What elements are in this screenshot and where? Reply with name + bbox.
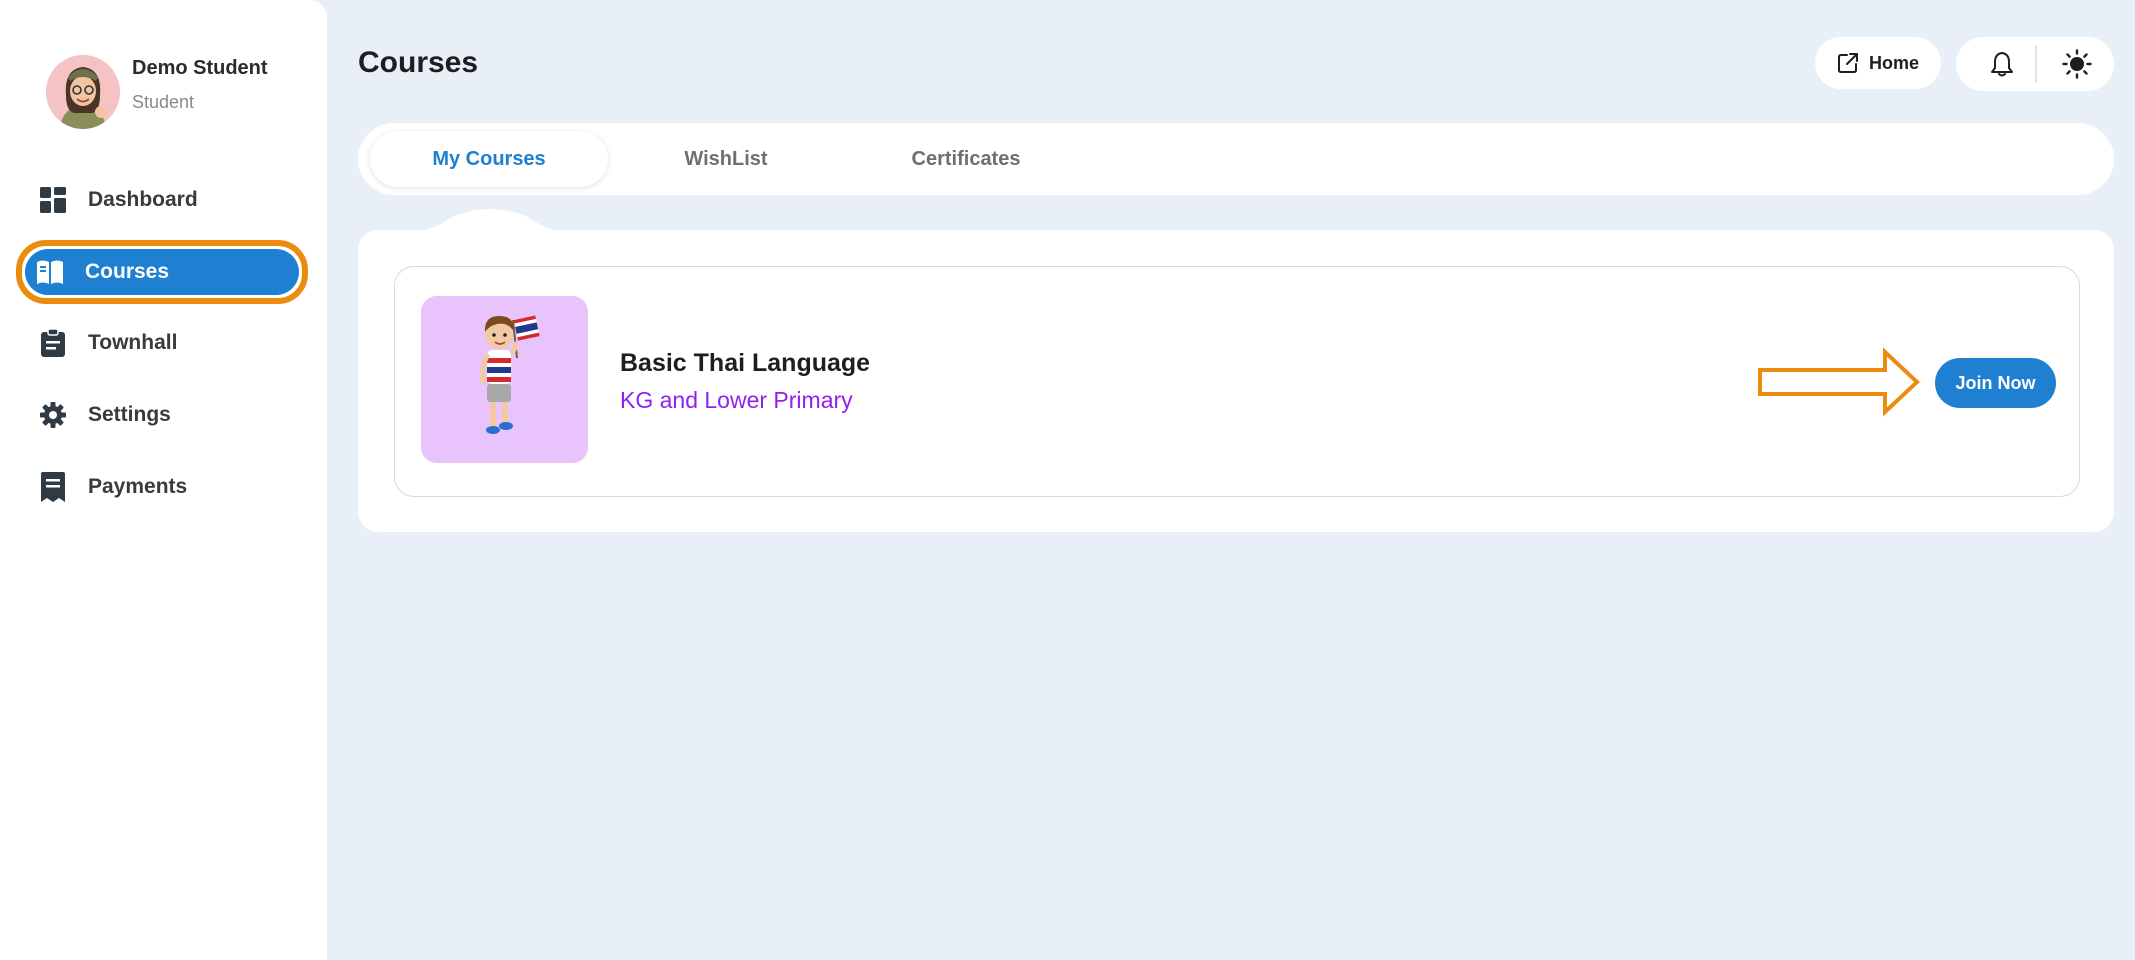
sidebar-item-label: Payments bbox=[88, 475, 188, 498]
profile-name: Demo Student bbox=[132, 57, 268, 79]
bell-icon[interactable] bbox=[1990, 51, 2014, 82]
sidebar-item-dashboard[interactable]: Dashboard bbox=[24, 172, 302, 228]
home-button[interactable]: Home bbox=[1815, 37, 1941, 89]
sidebar-item-courses[interactable]: Courses bbox=[16, 240, 308, 304]
sidebar-item-label: Courses bbox=[85, 260, 170, 283]
sidebar-item-townhall[interactable]: Townhall bbox=[24, 315, 302, 371]
active-nav-pill[interactable]: Courses bbox=[25, 249, 299, 295]
dashboard-grid-icon bbox=[38, 185, 68, 215]
sidebar-item-label: Dashboard bbox=[88, 188, 198, 211]
course-level: KG and Lower Primary bbox=[620, 387, 853, 413]
clipboard-icon bbox=[38, 328, 68, 358]
gear-icon bbox=[38, 400, 68, 430]
divider bbox=[2035, 45, 2037, 83]
tab-certificates[interactable]: Certificates bbox=[856, 131, 1076, 187]
arrow-right-icon bbox=[1758, 347, 1920, 417]
open-book-icon bbox=[35, 257, 65, 287]
join-now-button[interactable]: Join Now bbox=[1935, 358, 2056, 408]
sidebar-item-settings[interactable]: Settings bbox=[24, 387, 302, 443]
header-utilities bbox=[1956, 37, 2114, 91]
sidebar-item-payments[interactable]: Payments bbox=[24, 459, 302, 515]
course-thumbnail bbox=[421, 296, 588, 463]
courses-panel: Basic Thai Language KG and Lower Primary… bbox=[358, 230, 2114, 532]
receipt-icon bbox=[38, 472, 68, 502]
page-title: Courses bbox=[358, 46, 479, 79]
sun-icon[interactable] bbox=[2062, 49, 2092, 84]
course-title: Basic Thai Language bbox=[620, 349, 871, 377]
home-label: Home bbox=[1868, 52, 1919, 73]
sidebar-item-label: Settings bbox=[88, 403, 171, 426]
user-profile[interactable]: Demo Student Student bbox=[46, 55, 268, 129]
avatar bbox=[46, 55, 120, 129]
course-card[interactable]: Basic Thai Language KG and Lower Primary… bbox=[394, 266, 2080, 497]
external-link-icon bbox=[1837, 52, 1859, 74]
course-tabs: My Courses WishList Certificates bbox=[358, 123, 2114, 195]
sidebar-item-label: Townhall bbox=[88, 331, 178, 354]
profile-role: Student bbox=[132, 92, 195, 112]
tab-wishlist[interactable]: WishList bbox=[618, 131, 834, 187]
tab-my-courses[interactable]: My Courses bbox=[370, 131, 608, 187]
sidebar: Demo Student Student Dashboard Courses T… bbox=[0, 0, 327, 960]
